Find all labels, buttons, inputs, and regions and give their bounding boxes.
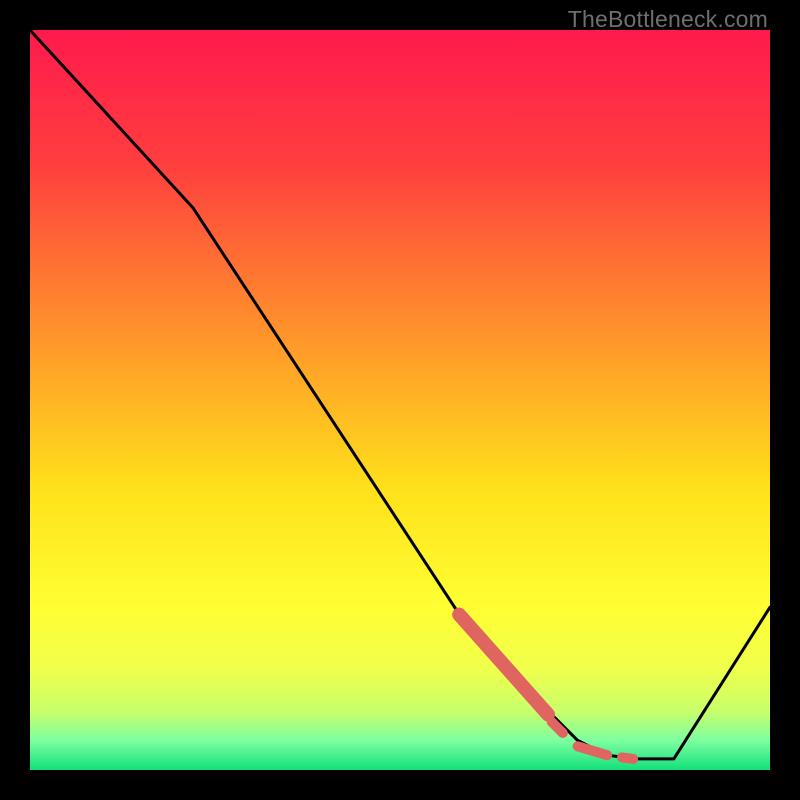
chart-frame: TheBottleneck.com	[0, 0, 800, 800]
highlight-group	[459, 615, 633, 759]
plot-area	[30, 30, 770, 770]
curve-layer	[30, 30, 770, 770]
highlight-dot-c	[622, 757, 633, 759]
highlight-main-band	[459, 615, 548, 715]
bottleneck-curve	[30, 30, 770, 759]
highlight-dash-b	[578, 746, 608, 755]
watermark-text: TheBottleneck.com	[568, 6, 768, 33]
